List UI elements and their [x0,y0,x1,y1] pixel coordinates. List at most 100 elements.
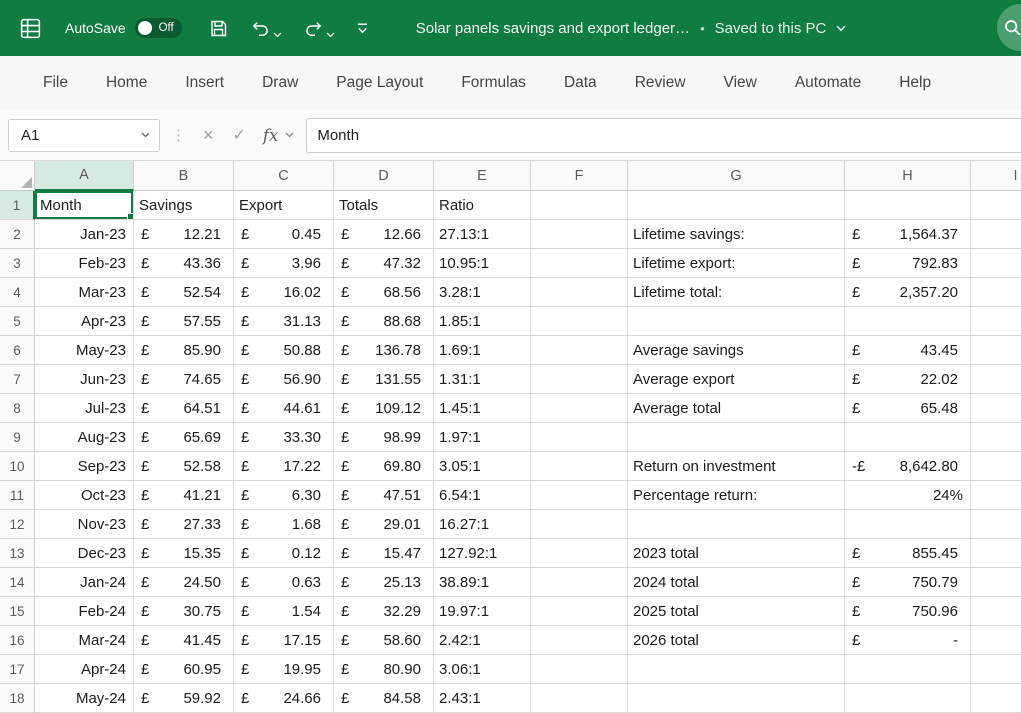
cell-C8[interactable]: £44.61 [234,394,334,423]
cell-G14[interactable]: 2024 total [628,568,845,597]
cell-I15[interactable] [971,597,1021,626]
cell-H7[interactable]: £22.02 [845,365,971,394]
menu-tab-help[interactable]: Help [880,56,950,110]
row-header-2[interactable]: 2 [0,220,35,249]
cell-I16[interactable] [971,626,1021,655]
cell-A12[interactable]: Nov-23 [35,510,134,539]
row-header-17[interactable]: 17 [0,655,35,684]
saved-status-chevron-icon[interactable] [836,25,846,32]
cell-C11[interactable]: £6.30 [234,481,334,510]
cell-A8[interactable]: Jul-23 [35,394,134,423]
cell-F12[interactable] [531,510,628,539]
cell-F2[interactable] [531,220,628,249]
cell-A15[interactable]: Feb-24 [35,597,134,626]
cell-I3[interactable] [971,249,1021,278]
cell-F3[interactable] [531,249,628,278]
cell-C15[interactable]: £1.54 [234,597,334,626]
cell-A4[interactable]: Mar-23 [35,278,134,307]
cell-D9[interactable]: £98.99 [334,423,434,452]
cell-D1[interactable]: Totals [334,191,434,220]
menu-tab-file[interactable]: File [24,56,87,110]
cell-D4[interactable]: £68.56 [334,278,434,307]
cell-C17[interactable]: £19.95 [234,655,334,684]
cell-A1[interactable]: Month [35,191,134,220]
cell-B12[interactable]: £27.33 [134,510,234,539]
row-header-8[interactable]: 8 [0,394,35,423]
column-header-C[interactable]: C [234,161,334,191]
column-header-I[interactable]: I [971,161,1021,191]
cell-C14[interactable]: £0.63 [234,568,334,597]
cell-E18[interactable]: 2.43:1 [434,684,531,713]
cell-I17[interactable] [971,655,1021,684]
row-header-7[interactable]: 7 [0,365,35,394]
cell-F9[interactable] [531,423,628,452]
cell-I10[interactable] [971,452,1021,481]
cell-A18[interactable]: May-24 [35,684,134,713]
cell-F11[interactable] [531,481,628,510]
cell-C10[interactable]: £17.22 [234,452,334,481]
column-header-B[interactable]: B [134,161,234,191]
cell-F14[interactable] [531,568,628,597]
cell-C18[interactable]: £24.66 [234,684,334,713]
name-box[interactable]: A1 [8,119,160,152]
menu-tab-page-layout[interactable]: Page Layout [317,56,442,110]
cell-D17[interactable]: £80.90 [334,655,434,684]
cell-C12[interactable]: £1.68 [234,510,334,539]
formula-input[interactable]: Month [306,118,1021,153]
cell-A5[interactable]: Apr-23 [35,307,134,336]
cell-G17[interactable] [628,655,845,684]
cell-E8[interactable]: 1.45:1 [434,394,531,423]
cell-C13[interactable]: £0.12 [234,539,334,568]
cell-H16[interactable]: £- [845,626,971,655]
cell-C2[interactable]: £0.45 [234,220,334,249]
cell-E12[interactable]: 16.27:1 [434,510,531,539]
cell-F6[interactable] [531,336,628,365]
cell-H1[interactable] [845,191,971,220]
insert-function-button[interactable]: fx [263,126,278,145]
cell-E14[interactable]: 38.89:1 [434,568,531,597]
row-header-6[interactable]: 6 [0,336,35,365]
cell-B2[interactable]: £12.21 [134,220,234,249]
cell-C9[interactable]: £33.30 [234,423,334,452]
cell-E2[interactable]: 27.13:1 [434,220,531,249]
cell-D11[interactable]: £47.51 [334,481,434,510]
cell-A2[interactable]: Jan-23 [35,220,134,249]
cell-A14[interactable]: Jan-24 [35,568,134,597]
cell-D18[interactable]: £84.58 [334,684,434,713]
cell-B5[interactable]: £57.55 [134,307,234,336]
cell-H2[interactable]: £1,564.37 [845,220,971,249]
cell-E16[interactable]: 2.42:1 [434,626,531,655]
cell-I14[interactable] [971,568,1021,597]
cell-I8[interactable] [971,394,1021,423]
cell-E5[interactable]: 1.85:1 [434,307,531,336]
cell-G11[interactable]: Percentage return: [628,481,845,510]
cell-E1[interactable]: Ratio [434,191,531,220]
document-title-area[interactable]: Solar panels savings and export ledger… … [416,20,847,37]
cell-G10[interactable]: Return on investment [628,452,845,481]
cell-H8[interactable]: £65.48 [845,394,971,423]
cell-F13[interactable] [531,539,628,568]
cell-D2[interactable]: £12.66 [334,220,434,249]
cell-E17[interactable]: 3.06:1 [434,655,531,684]
row-header-1[interactable]: 1 [0,191,35,220]
row-header-3[interactable]: 3 [0,249,35,278]
column-header-E[interactable]: E [434,161,531,191]
cell-F10[interactable] [531,452,628,481]
redo-dropdown-chevron-icon[interactable] [326,32,335,38]
cell-G9[interactable] [628,423,845,452]
cell-B1[interactable]: Savings [134,191,234,220]
cell-E9[interactable]: 1.97:1 [434,423,531,452]
cell-I2[interactable] [971,220,1021,249]
cell-B9[interactable]: £65.69 [134,423,234,452]
menu-tab-insert[interactable]: Insert [166,56,243,110]
cell-A10[interactable]: Sep-23 [35,452,134,481]
cell-D6[interactable]: £136.78 [334,336,434,365]
undo-dropdown-chevron-icon[interactable] [273,32,282,38]
row-header-14[interactable]: 14 [0,568,35,597]
row-header-12[interactable]: 12 [0,510,35,539]
cell-C4[interactable]: £16.02 [234,278,334,307]
cell-I9[interactable] [971,423,1021,452]
undo-button[interactable] [251,19,270,38]
cell-G8[interactable]: Average total [628,394,845,423]
enter-button[interactable]: ✓ [233,125,246,145]
